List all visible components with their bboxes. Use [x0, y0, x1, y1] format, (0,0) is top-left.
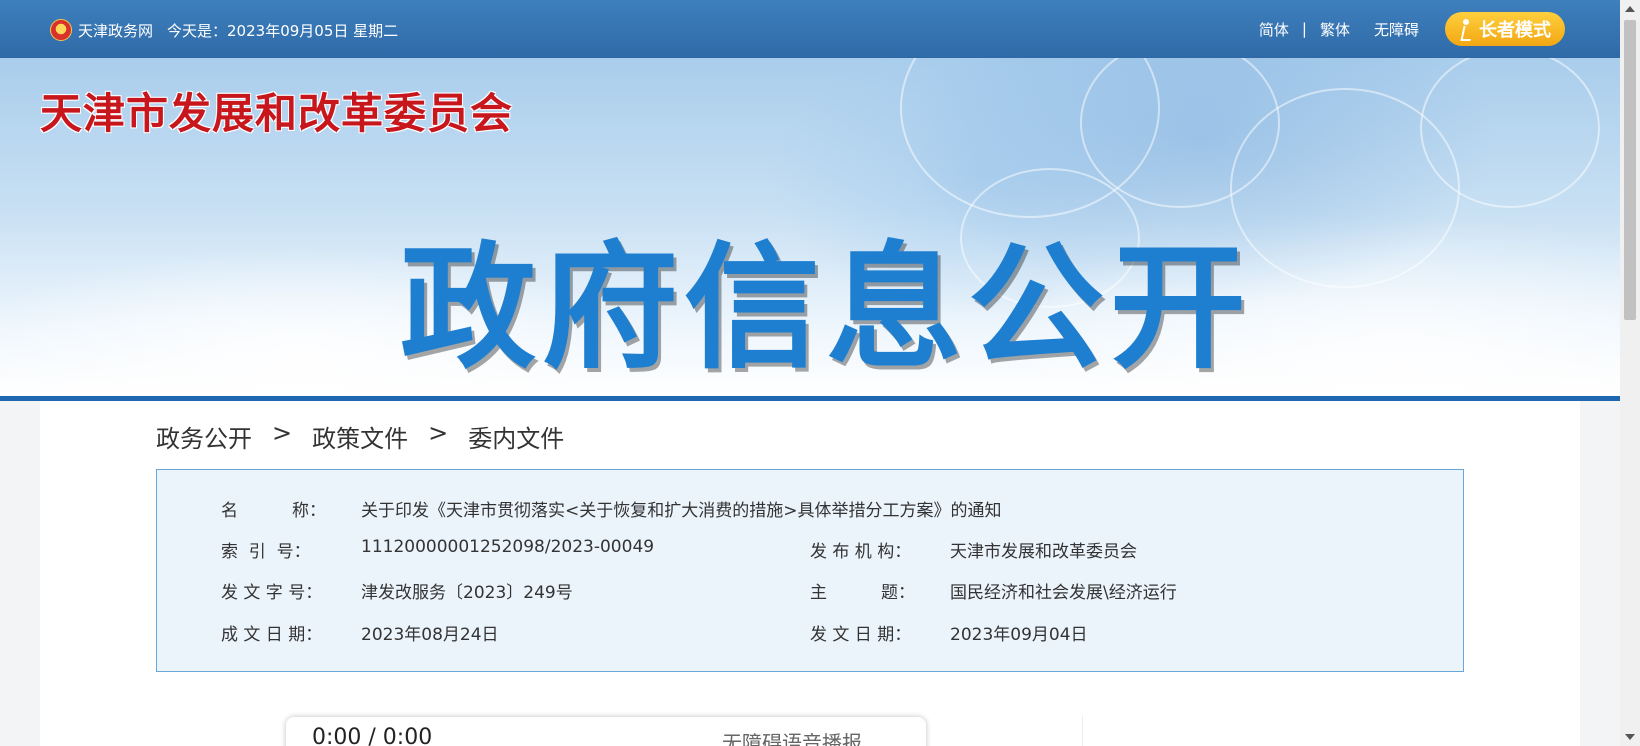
- accessibility-link[interactable]: 无障碍: [1374, 19, 1419, 40]
- doc-number-value: 津发改服务〔2023〕249号: [361, 583, 573, 603]
- site-home-link[interactable]: 天津政务网: [50, 19, 153, 41]
- published-date-value: 2023年09月04日: [950, 625, 1088, 645]
- top-bar-left: 天津政务网 今天是：2023年09月05日 星期二: [50, 19, 398, 41]
- document-info-box: 名 称： 关于印发《天津市贯彻落实<关于恢复和扩大消费的措施>具体举措分工方案》…: [156, 469, 1464, 672]
- breadcrumb-separator: >: [272, 419, 293, 447]
- traditional-chinese-link[interactable]: 繁体: [1320, 19, 1350, 40]
- breadcrumb-item-internal-files[interactable]: 委内文件: [468, 419, 564, 454]
- info-row-published-date: 发 文 日 期： 2023年09月04日: [810, 620, 1088, 645]
- publisher-label: 发 布 机 构：: [810, 542, 912, 562]
- info-row-created-date: 成 文 日 期： 2023年08月24日: [221, 620, 499, 645]
- elder-mode-label: 长者模式: [1479, 20, 1551, 41]
- elder-person-icon: [1459, 19, 1473, 39]
- site-name: 天津政务网: [78, 21, 154, 40]
- name-label: 名 称：: [221, 501, 327, 521]
- banner-decoration: [1420, 58, 1600, 208]
- info-row-index: 索 引 号： 11120000001252098/2023-00049: [221, 537, 654, 562]
- scrollbar-thumb[interactable]: [1624, 20, 1636, 320]
- index-value: 11120000001252098/2023-00049: [361, 537, 655, 557]
- doc-number-label: 发 文 字 号：: [221, 583, 323, 603]
- name-value: 关于印发《天津市贯彻落实<关于恢复和扩大消费的措施>具体举措分工方案》的通知: [361, 501, 1002, 521]
- scroll-down-arrow-icon[interactable]: [1625, 734, 1635, 740]
- breadcrumb: 政务公开 > 政策文件 > 委内文件: [156, 419, 564, 454]
- elder-mode-button[interactable]: 长者模式: [1445, 12, 1565, 46]
- created-date-label: 成 文 日 期：: [221, 625, 323, 645]
- audio-player[interactable]: 0:00 / 0:00 无障碍语音播报: [286, 717, 926, 746]
- publisher-value: 天津市发展和改革委员会: [950, 542, 1137, 562]
- breadcrumb-item-gov-affairs[interactable]: 政务公开: [156, 419, 252, 454]
- main-content: 政务公开 > 政策文件 > 委内文件 名 称： 关于印发《天津市贯彻落实<关于恢…: [40, 401, 1580, 746]
- current-date: 今天是：2023年09月05日 星期二: [167, 21, 399, 40]
- accessible-audio-label[interactable]: 无障碍语音播报: [722, 727, 862, 746]
- info-row-doc-number: 发 文 字 号： 津发改服务〔2023〕249号: [221, 578, 573, 603]
- topic-label: 主 题：: [810, 583, 916, 603]
- breadcrumb-item-policy-files[interactable]: 政策文件: [312, 419, 408, 454]
- index-label: 索 引 号：: [221, 542, 311, 562]
- vertical-divider: [1082, 715, 1083, 746]
- simplified-chinese-link[interactable]: 简体: [1259, 19, 1289, 40]
- vertical-scrollbar[interactable]: [1620, 0, 1640, 746]
- organization-title[interactable]: 天津市发展和改革委员会: [40, 80, 513, 141]
- scroll-up-arrow-icon[interactable]: [1625, 6, 1635, 12]
- player-time: 0:00 / 0:00: [312, 725, 433, 746]
- published-date-label: 发 文 日 期：: [810, 625, 912, 645]
- national-emblem-icon: [50, 19, 72, 41]
- info-row-topic: 主 题： 国民经济和社会发展\经济运行: [810, 578, 1177, 603]
- link-separator: |: [1301, 20, 1307, 38]
- created-date-value: 2023年08月24日: [361, 625, 499, 645]
- page: 天津政务网 今天是：2023年09月05日 星期二 简体 | 繁体 无障碍 长者…: [0, 0, 1640, 746]
- topic-value: 国民经济和社会发展\经济运行: [950, 583, 1177, 603]
- banner-title: 政府信息公开: [400, 230, 1252, 388]
- breadcrumb-separator: >: [428, 419, 449, 447]
- top-bar: 天津政务网 今天是：2023年09月05日 星期二 简体 | 繁体 无障碍 长者…: [0, 0, 1620, 58]
- info-row-publisher: 发 布 机 构： 天津市发展和改革委员会: [810, 537, 1137, 562]
- header-banner: 天津市发展和改革委员会 政府信息公开: [0, 58, 1620, 396]
- info-row-name: 名 称： 关于印发《天津市贯彻落实<关于恢复和扩大消费的措施>具体举措分工方案》…: [221, 496, 1002, 521]
- top-bar-right: 简体 | 繁体 无障碍 长者模式: [1259, 12, 1565, 46]
